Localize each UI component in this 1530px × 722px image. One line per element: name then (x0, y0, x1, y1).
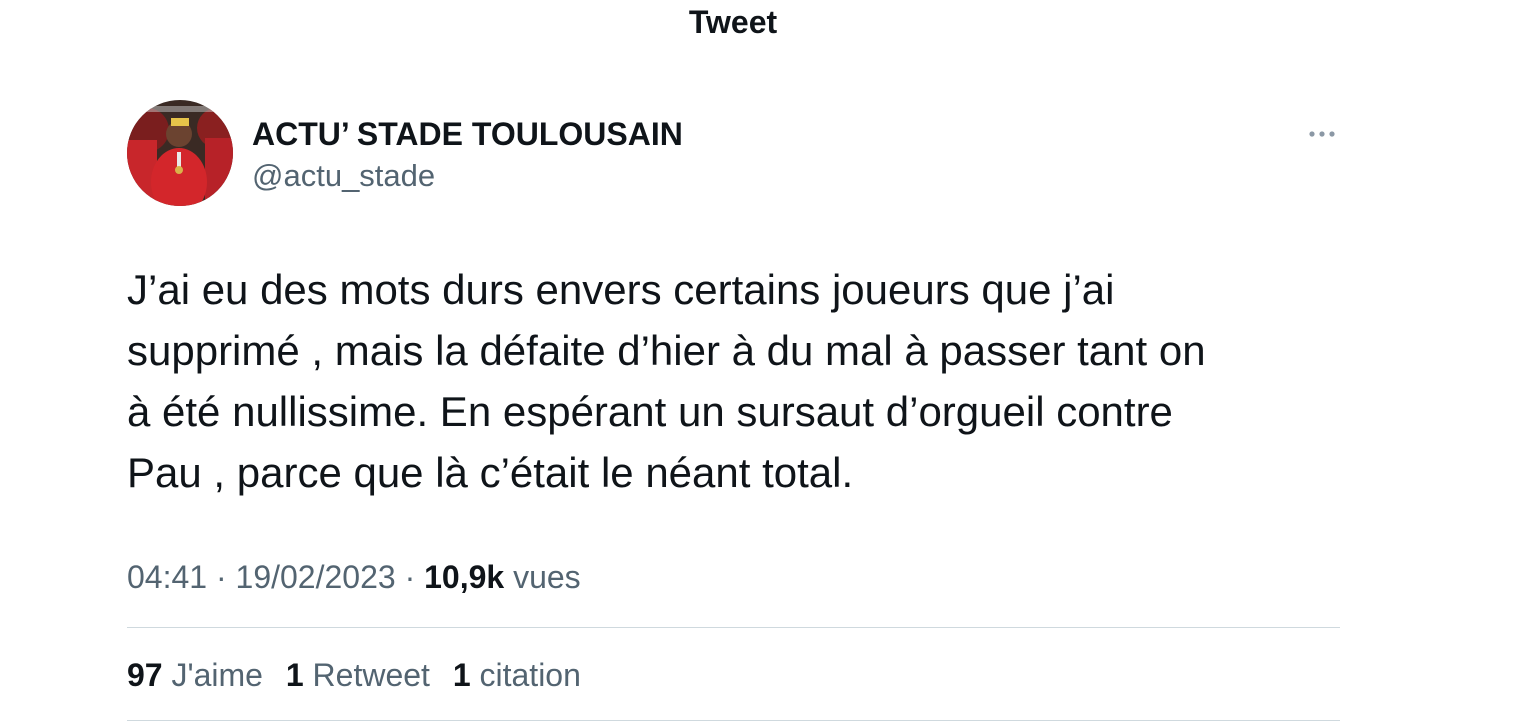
tweet-text-line: supprimé , mais la défaite d’hier à du m… (127, 327, 1206, 374)
likes-stat[interactable]: 97 J'aime (127, 655, 263, 695)
views-count: 10,9k (424, 559, 505, 595)
likes-count: 97 (127, 657, 163, 693)
page-title: Tweet (688, 4, 778, 40)
author-handle[interactable]: @actu_stade (252, 157, 435, 195)
retweets-label: Retweet (312, 657, 430, 693)
more-horizontal-icon[interactable] (1304, 120, 1340, 148)
divider (127, 627, 1340, 628)
quotes-stat[interactable]: 1 citation (453, 655, 581, 695)
tweet-text-line: à été nullissime. En espérant un sursaut… (127, 388, 1173, 435)
divider (127, 720, 1340, 721)
tweet-text-line: J’ai eu des mots durs envers certains jo… (127, 266, 1115, 313)
meta-separator: · (215, 559, 227, 595)
retweets-count: 1 (285, 657, 304, 693)
tweet-time[interactable]: 04:41 (127, 559, 207, 595)
tweet-meta: 04:41 · 19/02/2023 · 10,9k vues (127, 557, 581, 597)
avatar-image (127, 100, 233, 206)
avatar[interactable] (127, 100, 233, 206)
tweet-stats: 97 J'aime 1 Retweet 1 citation (127, 655, 595, 695)
author-display-name[interactable]: ACTU’ STADE TOULOUSAIN (252, 115, 683, 153)
quotes-label: citation (479, 657, 581, 693)
tweet-text: J’ai eu des mots durs envers certains jo… (127, 259, 1342, 503)
likes-label: J'aime (171, 657, 263, 693)
retweets-stat[interactable]: 1 Retweet (286, 655, 430, 695)
tweet-date[interactable]: 19/02/2023 (236, 559, 396, 595)
views-label: vues (513, 559, 581, 595)
quotes-count: 1 (452, 657, 471, 693)
tweet-text-line: Pau , parce que là c’était le néant tota… (127, 449, 854, 496)
meta-separator: · (404, 559, 416, 595)
